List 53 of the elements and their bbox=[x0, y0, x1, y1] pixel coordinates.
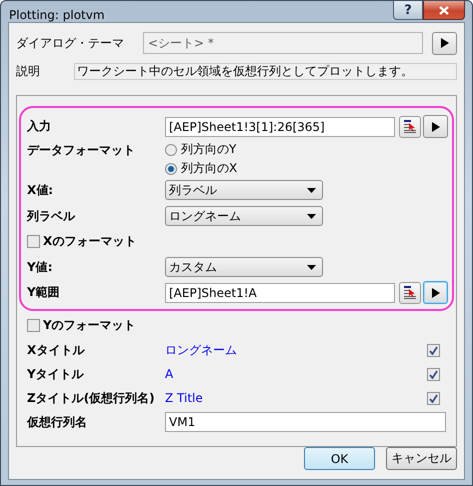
field-label: Xタイトル bbox=[27, 342, 86, 358]
checkbox[interactable] bbox=[427, 344, 440, 356]
arrow-button[interactable] bbox=[423, 281, 448, 304]
field-label: 仮想行列名 bbox=[27, 414, 88, 430]
checkbox[interactable] bbox=[427, 392, 440, 404]
help-button[interactable]: ? bbox=[393, 1, 423, 20]
window-title: Plotting: plotvm bbox=[9, 8, 106, 22]
field-label: ダイアログ・テーマ bbox=[16, 34, 124, 52]
input-field[interactable]: VM1 bbox=[165, 412, 446, 432]
caret-icon bbox=[307, 188, 316, 192]
dropdown[interactable]: カスタム bbox=[165, 257, 323, 277]
field-label: 列ラベル bbox=[27, 208, 76, 224]
range-select-button[interactable] bbox=[399, 116, 421, 138]
dialog-button[interactable]: OK bbox=[304, 447, 375, 470]
checkbox[interactable] bbox=[27, 235, 40, 248]
arrow-button[interactable] bbox=[432, 32, 457, 54]
play-icon bbox=[440, 38, 448, 48]
dropdown[interactable]: 列ラベル bbox=[165, 180, 323, 200]
checkbox-label: Yのフォーマット bbox=[43, 317, 136, 334]
description-text: ワークシート中のセル領域を仮想行列としてプロットします。 bbox=[74, 62, 457, 80]
dropdown[interactable]: ロングネーム bbox=[165, 206, 323, 226]
field-label: Zタイトル(仮想行列名) bbox=[27, 390, 156, 406]
radio-button[interactable] bbox=[165, 144, 177, 156]
radio-label: 列方向のY bbox=[181, 141, 236, 158]
range-select-button[interactable] bbox=[399, 282, 421, 304]
title-value: Z Title bbox=[165, 391, 204, 405]
range-select-icon bbox=[403, 285, 417, 300]
field-label: 入力 bbox=[27, 118, 52, 135]
theme-field[interactable]: <シート> * bbox=[143, 32, 423, 54]
field-label: データフォーマット bbox=[27, 142, 136, 159]
close-icon bbox=[439, 6, 449, 14]
field-label: Yタイトル bbox=[27, 366, 85, 382]
title-value: ロングネーム bbox=[165, 342, 238, 358]
range-field[interactable]: [AEP]Sheet1!3[1]:26[365] bbox=[165, 116, 395, 136]
caret-icon bbox=[307, 264, 316, 270]
checkbox[interactable] bbox=[27, 319, 40, 332]
play-icon bbox=[432, 288, 440, 298]
checkbox[interactable] bbox=[427, 368, 440, 380]
field-label: Y値: bbox=[27, 258, 54, 276]
field-label: X値: bbox=[27, 182, 54, 198]
radio-label: 列方向のX bbox=[181, 160, 238, 177]
range-field[interactable]: [AEP]Sheet1!A bbox=[165, 282, 395, 302]
arrow-button[interactable] bbox=[423, 115, 448, 138]
range-select-icon bbox=[403, 119, 417, 134]
dialog-button[interactable]: キャンセル bbox=[386, 447, 457, 470]
field-label: Y範囲 bbox=[27, 284, 61, 301]
title-value: A bbox=[165, 367, 174, 381]
play-icon bbox=[432, 122, 440, 132]
caret-icon bbox=[307, 214, 316, 218]
close-button[interactable] bbox=[423, 1, 465, 20]
field-label: 説明 bbox=[16, 62, 40, 80]
radio-button[interactable] bbox=[165, 162, 177, 174]
checkbox-label: Xのフォーマット bbox=[43, 233, 136, 250]
